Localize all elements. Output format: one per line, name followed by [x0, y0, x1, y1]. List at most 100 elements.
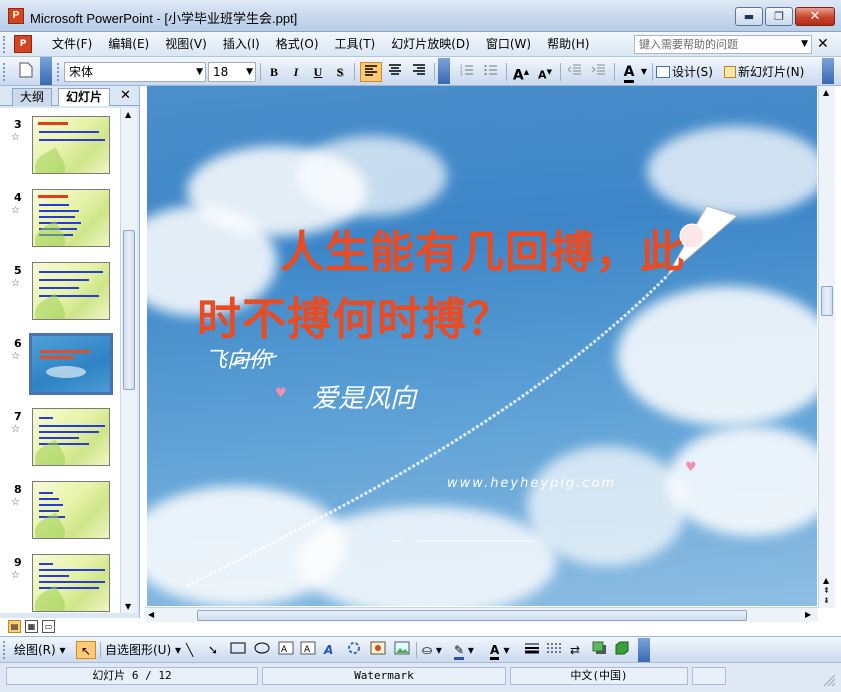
menu-window[interactable]: 窗口(W): [478, 37, 539, 52]
draw-font-color-button[interactable]: A ▾: [490, 641, 520, 660]
toolbar-options-icon[interactable]: [40, 57, 52, 85]
line-color-button[interactable]: ✎ ▾: [454, 641, 484, 660]
scroll-up-icon[interactable]: ▲: [823, 88, 829, 97]
oval-tool-icon[interactable]: [254, 641, 272, 659]
line-tool-icon[interactable]: ╲: [186, 641, 202, 659]
slide-thumbnail-7[interactable]: 7 ☆: [0, 404, 120, 474]
arrow-tool-icon[interactable]: ➘: [208, 641, 224, 659]
increase-indent-button[interactable]: [588, 62, 610, 82]
menu-edit[interactable]: 编辑(E): [100, 37, 157, 52]
font-name-select[interactable]: 宋体 ▼: [64, 62, 206, 82]
slide-thumbnail-6[interactable]: 6 ☆: [0, 331, 120, 401]
scroll-up-icon[interactable]: ▲: [125, 110, 131, 119]
menu-slideshow[interactable]: 幻灯片放映(D): [383, 37, 478, 52]
next-slide-icon[interactable]: ⇟: [823, 596, 830, 605]
close-panel-icon[interactable]: ✕: [120, 88, 131, 103]
slide-title-line2[interactable]: 时不搏何时搏？: [197, 283, 512, 347]
vertical-textbox-tool-icon[interactable]: A: [300, 641, 318, 659]
resize-grip-icon[interactable]: [822, 673, 836, 687]
menu-help[interactable]: 帮助(H): [539, 37, 597, 52]
thumbnail-scroll-thumb[interactable]: [123, 230, 135, 390]
menu-file[interactable]: 文件(F): [44, 37, 100, 52]
slide-thumbnail-9[interactable]: 9 ☆: [0, 550, 120, 613]
scroll-left-icon[interactable]: ◀: [148, 610, 154, 619]
wordart-tool-icon[interactable]: A: [324, 641, 342, 659]
bold-button[interactable]: B: [264, 62, 284, 82]
diagram-tool-icon[interactable]: [346, 641, 364, 659]
align-left-button[interactable]: [360, 62, 382, 82]
scroll-up-icon[interactable]: ▲: [823, 576, 829, 585]
fill-color-button[interactable]: ⛀ ▾: [422, 641, 448, 659]
slide-thumbnails: 3 ☆ 4 ☆ 5 ☆ 6 ☆ 7 ☆ 8 ☆ 9 ☆: [0, 108, 120, 613]
numbered-list-button[interactable]: 123: [456, 62, 478, 82]
toolbar-grip[interactable]: [3, 641, 7, 659]
toolbar-options-icon[interactable]: [638, 638, 650, 662]
slide-thumbnail-5[interactable]: 5 ☆: [0, 258, 120, 328]
autoshape-label: 自选图形(U): [105, 643, 172, 657]
insert-picture-icon[interactable]: [394, 641, 412, 659]
menu-format[interactable]: 格式(O): [268, 37, 327, 52]
shrink-font-button[interactable]: A▼: [534, 62, 556, 82]
previous-slide-icon[interactable]: ⇞: [823, 586, 830, 595]
menu-items: 文件(F) 编辑(E) 视图(V) 插入(I) 格式(O) 工具(T) 幻灯片放…: [44, 37, 597, 52]
slide-thumbnail-3[interactable]: 3 ☆: [0, 112, 120, 182]
toolbar-grip[interactable]: [3, 63, 7, 81]
align-right-button[interactable]: [408, 62, 430, 82]
clipart-tool-icon[interactable]: [370, 641, 388, 659]
new-document-icon[interactable]: [14, 62, 38, 82]
thumbnail-scrollbar[interactable]: ▲ ▼: [120, 108, 137, 613]
new-slide-button[interactable]: 新幻灯片(N): [724, 62, 818, 82]
help-search-input[interactable]: 键入需要帮助的问题 ▼: [634, 35, 812, 54]
decrease-indent-button[interactable]: [564, 62, 586, 82]
dash-style-icon[interactable]: [546, 641, 564, 659]
slide-thumbnail-4[interactable]: 4 ☆: [0, 185, 120, 255]
document-icon[interactable]: P: [14, 35, 32, 53]
align-center-button[interactable]: [384, 62, 406, 82]
tab-outline[interactable]: 大纲: [12, 88, 52, 106]
slide-horizontal-scrollbar[interactable]: ◀ ▶: [145, 607, 818, 622]
slide-title-line1[interactable]: 人生能有几回搏，此: [280, 216, 685, 280]
slide-vertical-scrollbar[interactable]: ▲ ▲ ⇞ ⇟: [818, 86, 835, 608]
slide-scroll-thumb[interactable]: [821, 286, 833, 316]
textbox-tool-icon[interactable]: A: [278, 641, 296, 659]
toolbar-options-icon[interactable]: [822, 58, 834, 84]
select-pointer-button[interactable]: ↖: [76, 641, 96, 659]
tab-slides[interactable]: 幻灯片: [58, 88, 110, 106]
slide-hscroll-thumb[interactable]: [197, 610, 747, 621]
menu-view[interactable]: 视图(V): [157, 37, 215, 52]
scroll-right-icon[interactable]: ▶: [805, 610, 811, 619]
3d-style-icon[interactable]: [614, 641, 632, 659]
rectangle-tool-icon[interactable]: [230, 641, 248, 659]
underline-button[interactable]: U: [308, 62, 328, 82]
menu-grip[interactable]: [3, 36, 7, 53]
italic-button[interactable]: I: [286, 62, 306, 82]
slide-sorter-view-icon[interactable]: ▦: [25, 620, 38, 633]
grow-font-button[interactable]: A▲: [510, 62, 532, 84]
powerpoint-app-icon[interactable]: P: [8, 8, 24, 24]
draw-menu-button[interactable]: 绘图(R) ▾: [14, 641, 66, 659]
scroll-down-icon[interactable]: ▼: [125, 602, 131, 611]
design-button[interactable]: 设计(S): [656, 62, 722, 82]
font-size-select[interactable]: 18 ▼: [208, 62, 256, 82]
menu-insert[interactable]: 插入(I): [215, 37, 268, 52]
close-window-button[interactable]: ✕: [795, 7, 835, 26]
toolbar-grip-2[interactable]: [57, 63, 61, 81]
maximize-button[interactable]: ❐: [765, 7, 793, 26]
line-style-icon[interactable]: [524, 641, 542, 659]
font-color-button[interactable]: A: [618, 62, 640, 83]
slide-thumbnail-8[interactable]: 8 ☆: [0, 477, 120, 547]
toolbar-options-icon[interactable]: [438, 58, 450, 84]
chevron-down-icon[interactable]: ▼: [640, 62, 648, 82]
minimize-button[interactable]: ▬: [735, 7, 763, 26]
normal-view-icon[interactable]: ▤: [8, 620, 21, 633]
shadow-style-icon[interactable]: [592, 641, 610, 659]
menu-tools[interactable]: 工具(T): [327, 37, 384, 52]
bullet-list-button[interactable]: [480, 62, 502, 82]
current-slide[interactable]: 人生能有几回搏，此 时不搏何时搏？ 飞向你 爱是风向 www.heyheypig…: [147, 86, 817, 606]
arrow-style-icon[interactable]: ⇄: [570, 641, 588, 659]
close-document-icon[interactable]: ✕: [817, 36, 829, 52]
chevron-down-icon[interactable]: ▼: [801, 36, 808, 53]
autoshapes-button[interactable]: 自选图形(U) ▾: [105, 641, 181, 659]
shadow-button[interactable]: S: [330, 62, 350, 82]
slideshow-view-icon[interactable]: ▭: [42, 620, 55, 633]
